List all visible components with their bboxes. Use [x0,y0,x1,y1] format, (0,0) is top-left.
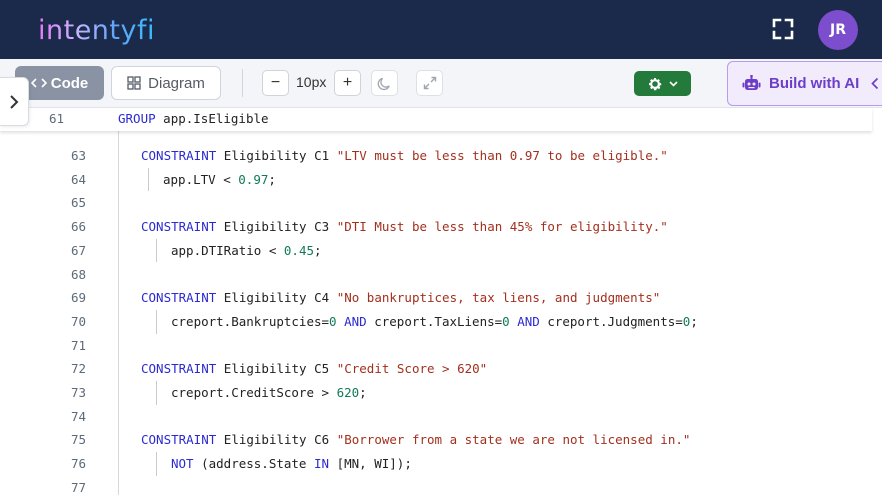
grid-icon [127,76,141,90]
code-text: app.DTIRatio < [171,242,284,258]
number-literal: 0 [329,313,337,329]
code-text: (address.State [193,456,314,472]
number-literal: 0 [502,313,510,329]
code-line: GROUP app.IsEligible [118,111,269,126]
indent-guide [118,131,119,495]
code-text: ; [359,385,367,400]
indent-guide [156,452,157,476]
code-line: CONSTRAINT Eligibility C3 "DTI Must be l… [141,219,668,234]
indent-guide [156,381,157,405]
keyword: AND [509,313,548,329]
gear-icon [649,77,662,90]
diagram-view-label: Diagram [148,74,205,92]
code-text: app.IsEligible [155,111,269,126]
zoom-level: 10px [296,74,327,90]
code-line: creport.Bankruptcies=0 AND creport.TaxLi… [171,314,698,329]
settings-button[interactable] [634,71,691,96]
line-number: 77 [70,479,86,495]
build-with-ai-button[interactable]: Build with AI [727,61,882,106]
constraint-name: Eligibility C6 [216,432,337,448]
constraint-name: Eligibility C5 [216,361,337,377]
expand-icon [423,76,436,90]
keyword: NOT [171,456,194,472]
code-text: ; [268,171,276,187]
chevron-right-icon [10,94,19,109]
constraint-name: Eligibility C3 [216,219,337,235]
code-text: creport.Bankruptcies= [171,313,330,329]
code-line: creport.CreditScore > 620; [171,385,367,400]
indent-guide [148,167,149,192]
constraint-name: Eligibility C4 [216,290,337,306]
zoom-in-button[interactable]: + [334,70,361,96]
robot-icon [742,75,761,90]
code-text: ; [314,242,322,258]
expand-button[interactable] [416,70,443,96]
line-number: 73 [70,385,86,400]
line-number: 76 [70,456,86,472]
number-literal: 0.45 [283,242,314,258]
line-number: 72 [70,361,86,377]
sidebar-toggle-button[interactable] [0,77,29,126]
code-view-label: Code [50,74,89,92]
line-number: 71 [70,337,86,353]
code-line: CONSTRAINT Eligibility C6 "Borrower from… [141,432,690,447]
line-number: 74 [70,408,86,424]
code-line: CONSTRAINT Eligibility C4 "No bankruptic… [141,290,660,305]
keyword: CONSTRAINT [141,148,217,163]
build-with-ai-label: Build with AI [769,75,860,92]
constraint-name: Eligibility C1 [216,148,337,163]
code-icon [30,78,47,88]
keyword: GROUP [118,111,156,126]
number-literal: 0.97 [238,171,269,187]
code-line: CONSTRAINT Eligibility C1 "LTV must be l… [141,148,668,163]
fullscreen-icon[interactable] [770,16,796,42]
indent-guide [156,309,157,334]
line-number: 67 [70,242,86,258]
line-number: 66 [70,219,86,235]
avatar[interactable]: JR [818,10,858,50]
number-literal: 620 [336,385,360,400]
diagram-view-button[interactable]: Diagram [111,66,221,100]
code-text: [MN, WI]); [329,456,412,472]
keyword: AND [336,313,375,329]
moon-icon [377,77,390,90]
line-number: 68 [70,266,86,282]
code-line: NOT (address.State IN [MN, WI]); [171,456,412,471]
keyword: CONSTRAINT [141,432,217,448]
string-literal: "LTV must be less than 0.97 to be eligib… [336,148,668,163]
code-text: ; [690,313,698,329]
code-line: app.DTIRatio < 0.45; [171,243,322,258]
chevron-left-icon [871,77,879,90]
line-number: 70 [70,313,86,329]
line-number: 69 [70,290,86,306]
indent-guide [156,238,157,263]
app-logo[interactable]: intentyfi [38,14,155,48]
keyword: CONSTRAINT [141,290,217,306]
line-number: 63 [70,148,86,163]
code-line: app.LTV < 0.97; [163,172,276,187]
string-literal: "Credit Score > 620" [336,361,488,377]
keyword: CONSTRAINT [141,361,217,377]
keyword: IN [314,456,330,472]
top-bar: intentyfi JR [0,0,882,59]
string-literal: "No bankruptices, tax liens, and judgmen… [336,290,661,306]
string-literal: "Borrower from a state we are not licens… [336,432,691,448]
code-text: creport.Judgments= [547,313,683,329]
code-text: creport.CreditScore > [171,385,337,400]
theme-toggle-button[interactable] [371,70,398,96]
line-number: 75 [70,432,86,448]
chevron-down-icon [669,80,678,87]
string-literal: "DTI Must be less than 45% for eligibili… [336,219,668,235]
code-text: app.LTV < [163,171,239,187]
keyword: CONSTRAINT [141,219,217,235]
line-number: 65 [70,195,86,211]
toolbar-divider [242,69,243,97]
line-number: 64 [70,171,86,187]
code-text: creport.TaxLiens= [374,313,503,329]
code-editor[interactable]: 61 GROUP app.IsEligible 63 CONSTRAINT Eli… [0,108,882,495]
sticky-scroll-header[interactable]: 61 GROUP app.IsEligible [0,108,872,131]
code-line: CONSTRAINT Eligibility C5 "Credit Score … [141,361,487,376]
zoom-out-button[interactable]: − [262,70,289,96]
